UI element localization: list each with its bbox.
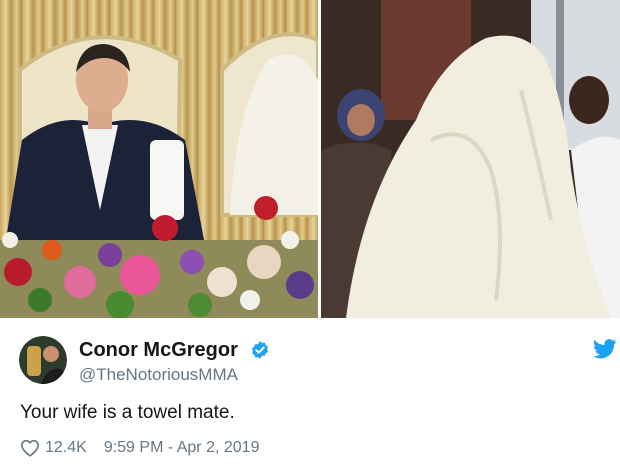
user-handle[interactable]: @TheNotoriousMMA [79,365,238,385]
wedding-photo-right [321,0,620,318]
photo-collage [0,0,620,318]
wedding-photo-left [0,0,318,318]
display-name[interactable]: Conor McGregor [79,339,238,362]
twitter-bird-icon[interactable] [593,339,617,359]
tweet-text: Your wife is a towel mate. [20,402,235,423]
heart-icon[interactable] [20,439,40,457]
tweet-timestamp[interactable]: 9:59 PM - Apr 2, 2019 [104,439,260,457]
verified-badge-icon [252,341,268,359]
like-count[interactable]: 12.4K [45,439,87,457]
avatar[interactable] [19,336,67,384]
tweet-meta: 12.4K 9:59 PM - Apr 2, 2019 [20,437,259,459]
